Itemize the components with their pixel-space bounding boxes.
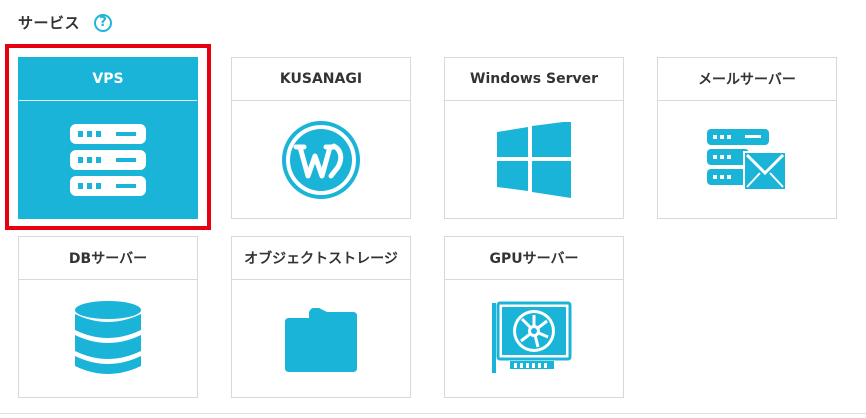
mail-server-icon [707,129,787,191]
service-label: GPUサーバー [445,237,623,280]
service-label: メールサーバー [658,58,836,101]
folder-icon [285,308,357,372]
divider [0,413,866,414]
service-label: DBサーバー [19,237,197,280]
question-circle-icon[interactable]: ? [94,13,113,32]
service-card-vps[interactable]: VPS [18,57,198,219]
service-label: VPS [19,58,197,101]
database-icon [75,301,141,374]
gpu-card-icon [492,301,572,373]
server-rack-icon [70,124,146,196]
service-card-kusanagi[interactable]: KUSANAGI [231,57,411,219]
service-card-mail-server[interactable]: メールサーバー [657,57,837,219]
section-header: サービス ? [18,12,113,33]
service-label: オブジェクトストレージ [232,237,410,280]
windows-icon [497,122,571,198]
service-card-gpu-server[interactable]: GPUサーバー [444,236,624,398]
service-label: Windows Server [445,58,623,101]
service-label: KUSANAGI [232,58,410,101]
service-card-object-storage[interactable]: オブジェクトストレージ [231,236,411,398]
wordpress-icon [282,121,360,199]
service-card-db-server[interactable]: DBサーバー [18,236,198,398]
section-title: サービス [18,14,81,32]
service-card-windows-server[interactable]: Windows Server [444,57,624,219]
